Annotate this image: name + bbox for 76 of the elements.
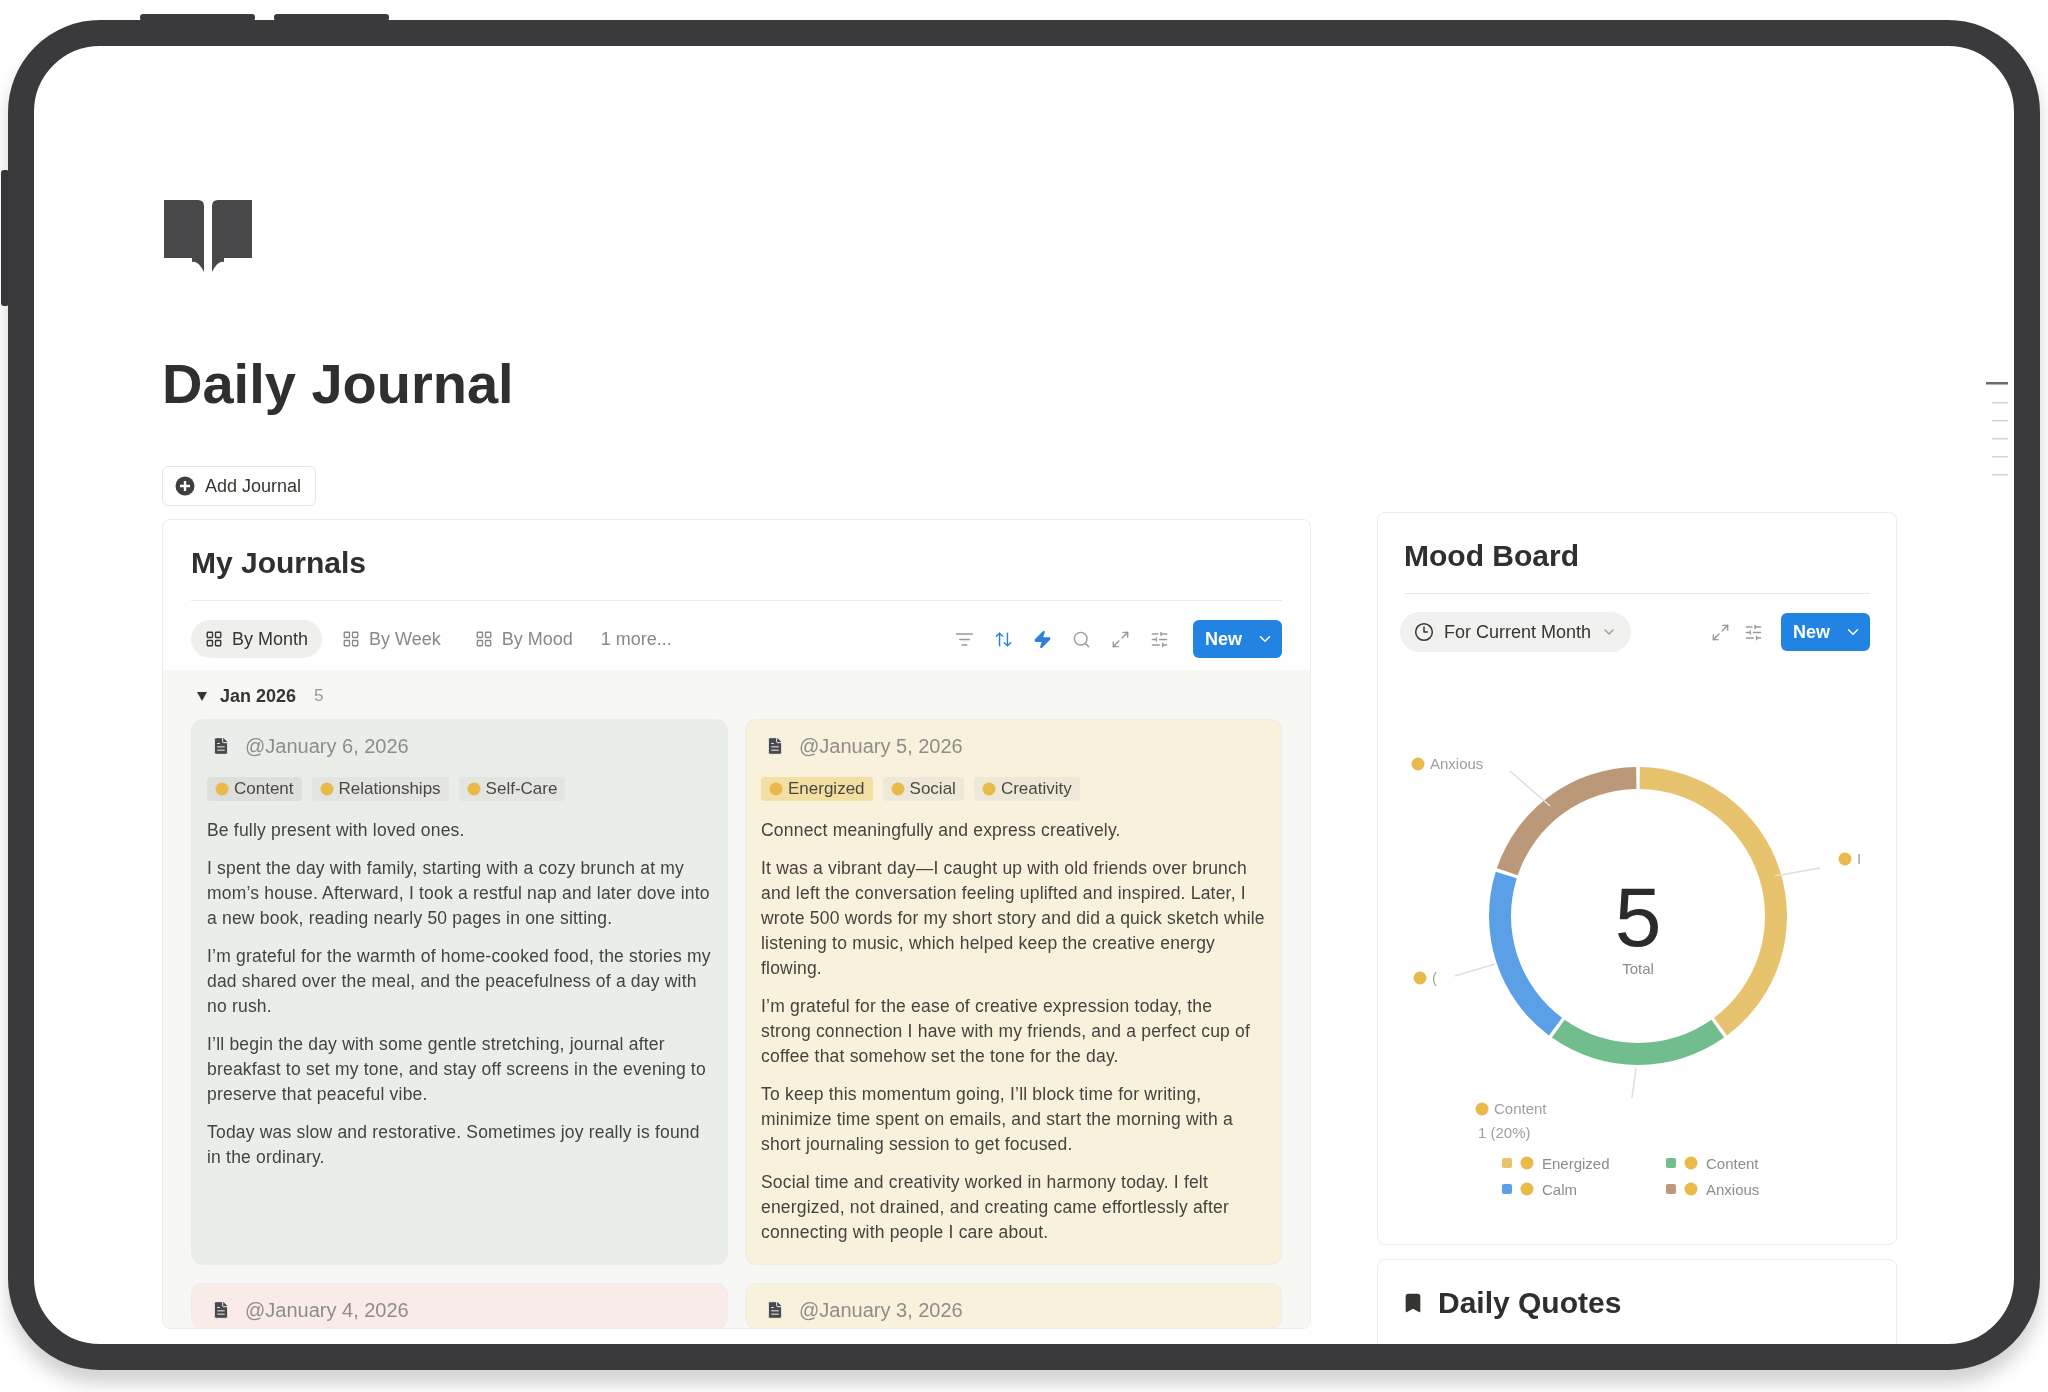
gallery-icon	[205, 630, 223, 648]
page-icon	[211, 736, 231, 756]
journal-paragraph: Social time and creativity worked in harmony today. I felt energized, not drained, and creating came effortlessly after connecting with people I care about.	[761, 1171, 1230, 1244]
page-title: Daily Journal	[162, 352, 515, 416]
journal-card[interactable]: @January 4, 2026	[192, 1284, 727, 1328]
leader-line	[1509, 770, 1551, 807]
leader-line	[1631, 1067, 1637, 1099]
journal-card[interactable]	[192, 720, 727, 1264]
journal-paragraph: Connect meaningfully and express creatively.	[761, 819, 1122, 842]
tooltip-title: Content	[1494, 1100, 1547, 1117]
emoji-icon	[1684, 1156, 1698, 1170]
journal-paragraph: I’m grateful for the ease of creative expression today, the strong connection I have with my friends, and a perfect cup of coffee that somehow set the tone for the day.	[761, 995, 1252, 1068]
period-filter[interactable]: For Current Month	[1400, 612, 1632, 652]
view-tab[interactable]: By Week	[328, 620, 455, 658]
journal-paragraph: Be fully present with loved ones.	[207, 819, 466, 842]
clock-icon	[1414, 622, 1434, 642]
new-button[interactable]: New	[1193, 620, 1282, 658]
emoji-icon	[1520, 1156, 1534, 1170]
entry-date: @January 3, 2026	[799, 1298, 963, 1322]
toggle-triangle-icon[interactable]	[196, 690, 208, 702]
tag-label: Social	[909, 779, 956, 799]
page-icon	[765, 736, 785, 756]
entry-date: @January 6, 2026	[245, 734, 409, 758]
leader-line	[1454, 963, 1496, 977]
view-tab[interactable]: By Mood	[460, 620, 587, 658]
emoji-icon	[466, 782, 481, 796]
more-views-link[interactable]: 1 more...	[592, 628, 680, 650]
new-button[interactable]: New	[1781, 613, 1870, 651]
emoji-icon	[1684, 1182, 1698, 1196]
legend-label: Anxious	[1706, 1180, 1760, 1198]
entry-date: @January 5, 2026	[799, 734, 963, 758]
group-label: Jan 2026	[220, 685, 297, 707]
journal-paragraph: I’m grateful for the warmth of home-cooked food, the stories my dad shared over the meal, and the peacefulness of a day with no rush.	[207, 945, 712, 1018]
journal-card[interactable]	[746, 720, 1281, 1264]
tooltip-value: 1 (20%)	[1478, 1124, 1531, 1141]
legend-label: Calm	[1542, 1180, 1577, 1198]
tag-label: Content	[234, 779, 294, 799]
tag-label: Relationships	[338, 779, 441, 799]
leader-line	[1774, 867, 1821, 877]
entry-date: @January 4, 2026	[245, 1298, 409, 1322]
emoji-icon	[1520, 1182, 1534, 1196]
legend-label: Content	[1706, 1154, 1759, 1172]
emoji-icon	[1413, 971, 1427, 985]
page-icon	[765, 1300, 785, 1320]
emoji-icon	[1411, 757, 1425, 771]
legend-label: Energized	[1542, 1154, 1610, 1172]
group-count: 5	[314, 686, 324, 706]
gallery-icon	[342, 630, 361, 648]
journal-paragraph: I spent the day with family, starting with a cozy brunch at my mom’s house. Afterward, I took a restful nap and later dove into a new book, reading nearly 50 pages in one sitting.	[207, 857, 711, 930]
emoji-icon	[1475, 1102, 1489, 1116]
slice-label: (	[1432, 969, 1437, 986]
plus-circle-icon	[175, 476, 195, 496]
section-title: Mood Board	[1404, 538, 1580, 574]
emoji-icon	[319, 782, 334, 796]
emoji-icon	[981, 782, 996, 796]
section-title: Daily Quotes	[1438, 1286, 1622, 1320]
journal-paragraph: Today was slow and restorative. Sometimes joy really is found in the ordinary.	[207, 1121, 701, 1169]
emoji-icon	[1838, 852, 1852, 866]
slice-label: Anxious	[1430, 755, 1484, 772]
emoji-icon	[890, 782, 905, 796]
page-icon	[211, 1300, 231, 1320]
view-tab[interactable]: By Month	[191, 620, 323, 658]
journal-card[interactable]: @January 3, 2026	[746, 1284, 1281, 1328]
journal-paragraph: I’ll begin the day with some gentle stretching, journal after breakfast to set my tone, and stay off screens in the evening to preserve that peaceful vibe.	[207, 1033, 707, 1106]
section-title: My Journals	[191, 545, 368, 581]
emoji-icon	[215, 782, 229, 796]
add-journal-button[interactable]: Add Journal	[162, 466, 317, 506]
gallery-icon	[474, 630, 493, 648]
journal-paragraph: To keep this momentum going, I’ll block time for writing, minimize time spent on emails, and start the morning with a short journaling session to get focused.	[761, 1083, 1234, 1156]
book-icon	[162, 198, 254, 272]
journal-paragraph: It was a vibrant day—I caught up with old friends over brunch and left the conversation feeling uplifted and inspired. Later, I wrote 500 words for my short story and did a quick sketch while listening to music, which helped keep the creative energy flowing.	[761, 857, 1266, 980]
tag-label: Creativity	[1000, 779, 1072, 799]
tag-label: Energized	[788, 779, 865, 799]
slice-label: I	[1857, 850, 1862, 867]
emoji-icon	[769, 782, 783, 796]
tag-label: Self-Care	[485, 779, 558, 799]
